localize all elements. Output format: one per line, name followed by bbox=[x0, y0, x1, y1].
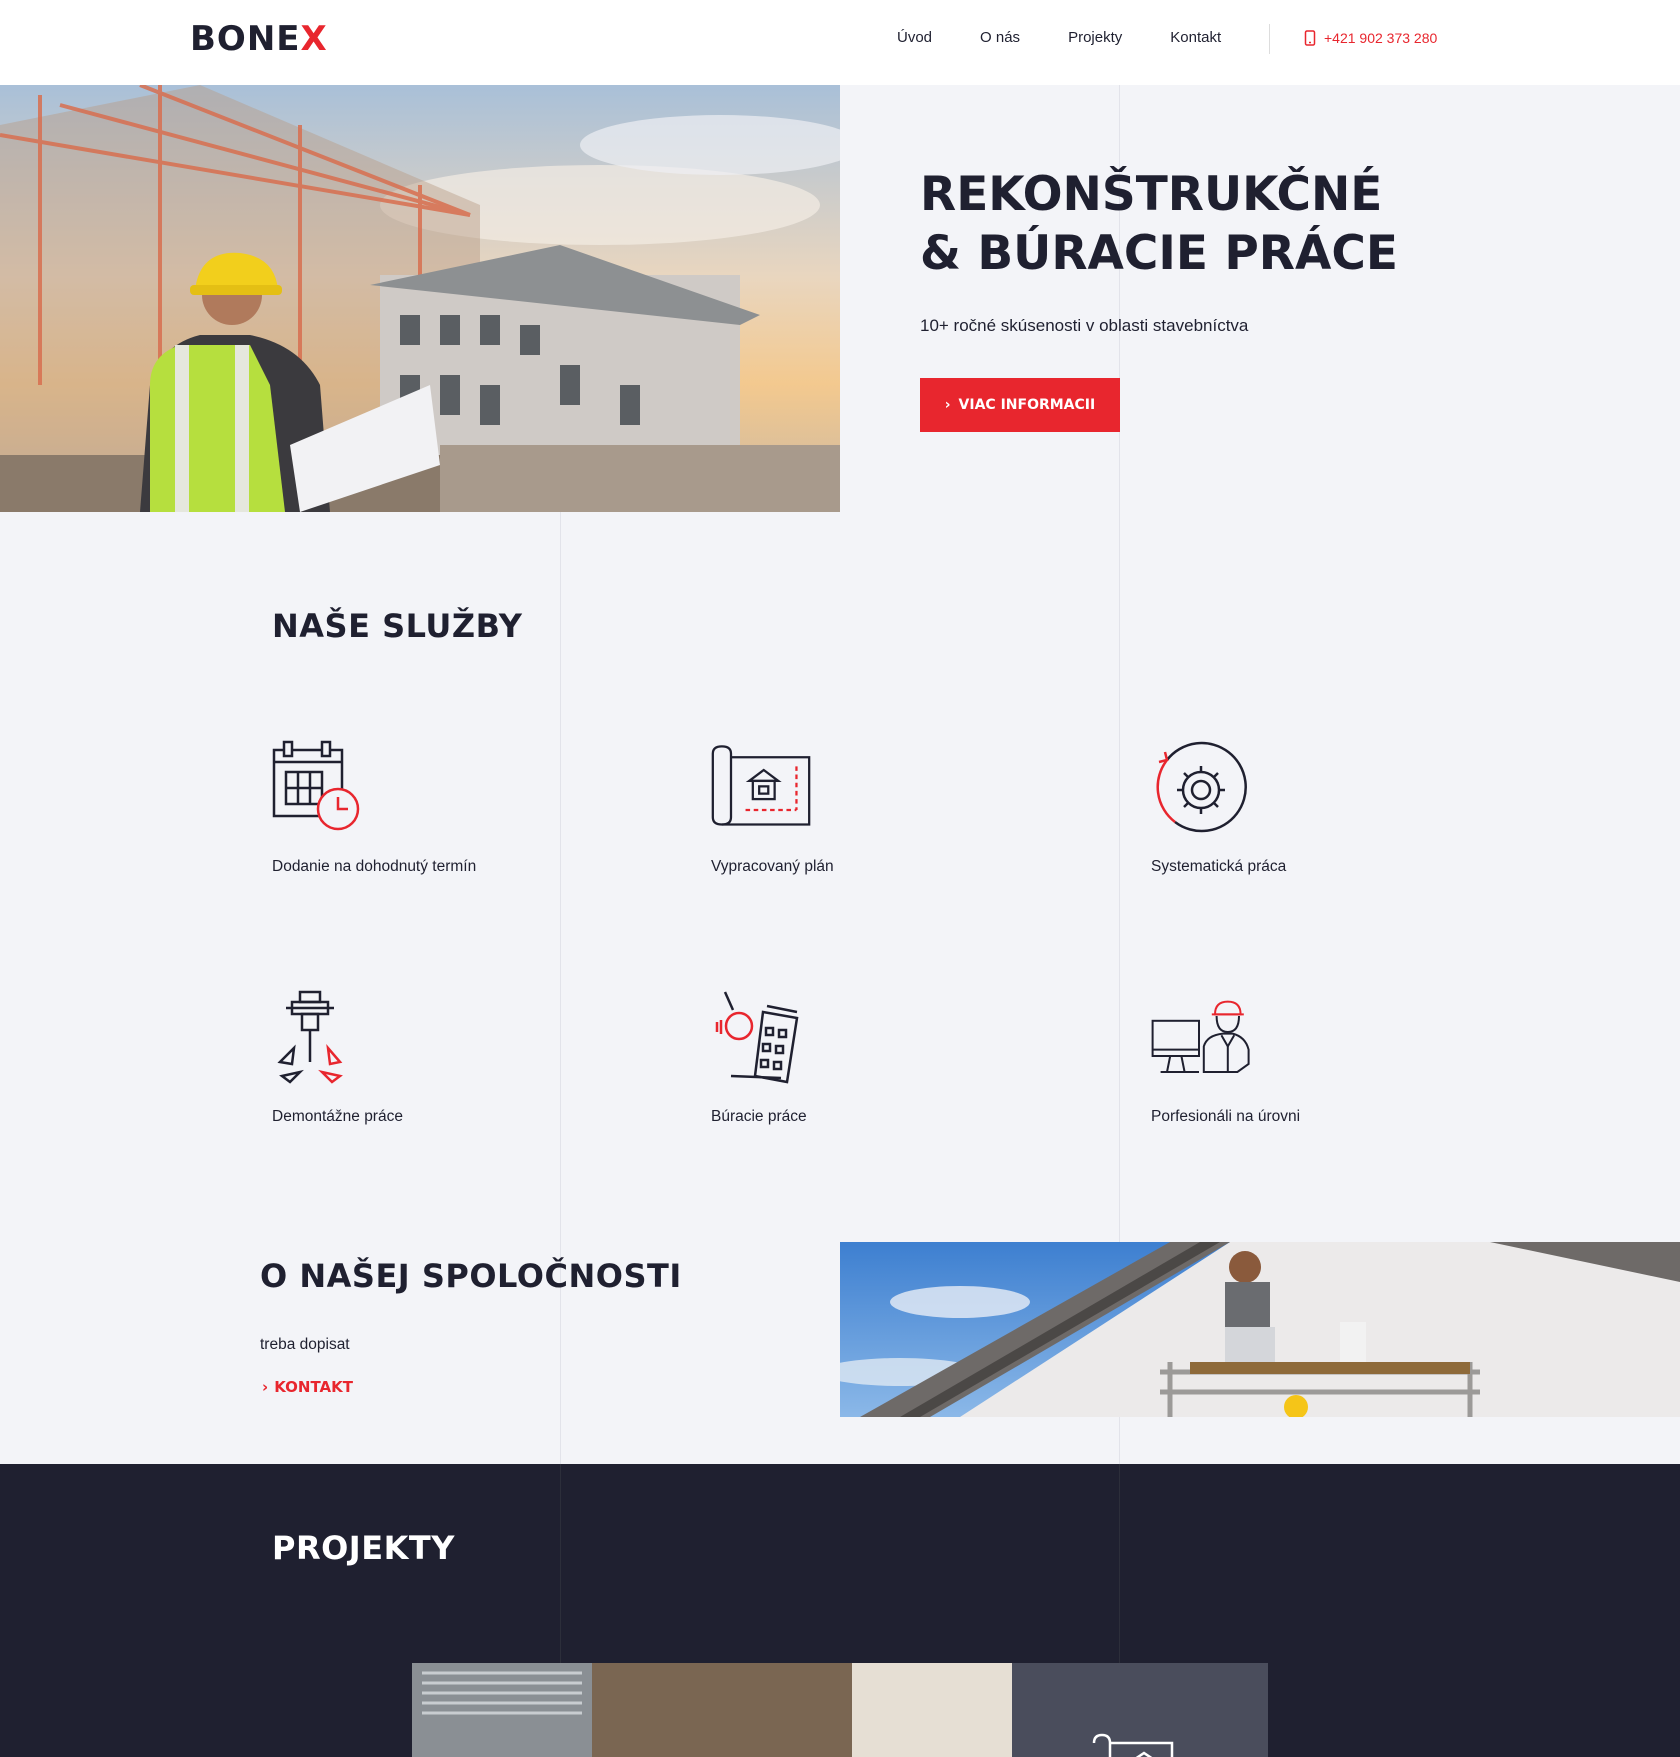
about-title: O NAŠEJ SPOLOČNOSTI bbox=[260, 1257, 682, 1295]
hero-title: REKONŠTRUKČNÉ & BÚRACIE PRÁCE bbox=[920, 167, 1398, 281]
chevron-right-icon: › bbox=[262, 1378, 269, 1396]
engineer-computer-icon bbox=[1151, 1000, 1250, 1073]
gear-cycle-icon bbox=[1156, 741, 1247, 833]
chevron-right-icon: › bbox=[944, 397, 951, 413]
phone-number: +421 902 373 280 bbox=[1324, 30, 1438, 46]
phone-link[interactable]: +421 902 373 280 bbox=[1304, 30, 1437, 46]
phone-icon bbox=[1304, 30, 1316, 46]
jackhammer-icon bbox=[277, 990, 343, 1084]
projects-section: PROJEKTY bbox=[0, 1464, 1680, 1757]
calendar-clock-icon bbox=[272, 740, 360, 831]
hero-image bbox=[0, 85, 840, 512]
nav-item-o-nas[interactable]: O nás bbox=[980, 29, 1020, 46]
wrecking-ball-icon bbox=[715, 991, 799, 1084]
service-label: Vypracovaný plán bbox=[711, 858, 834, 875]
service-item: Systematická práca bbox=[1151, 740, 1451, 876]
service-label: Porfesionáli na úrovni bbox=[1151, 1108, 1301, 1125]
service-item: Dodanie na dohodnutý termín bbox=[272, 740, 572, 876]
service-item: Demontážne práce bbox=[272, 990, 572, 1126]
main-nav: Úvod O nás Projekty Kontakt bbox=[897, 29, 1269, 46]
nav-item-uvod[interactable]: Úvod bbox=[897, 29, 932, 46]
service-item: Vypracovaný plán bbox=[711, 740, 1011, 876]
hero-subtitle: 10+ ročné skúsenosti v oblasti stavebníc… bbox=[920, 316, 1249, 335]
site-header: BONEX Úvod O nás Projekty Kontakt +421 9… bbox=[0, 0, 1680, 85]
service-label: Demontážne práce bbox=[272, 1108, 403, 1125]
nav-divider bbox=[1269, 24, 1270, 54]
contact-link[interactable]: › KONTAKT bbox=[262, 1378, 353, 1396]
project-image[interactable] bbox=[412, 1663, 1268, 1757]
about-image bbox=[840, 1242, 1680, 1417]
service-label: Dodanie na dohodnutý termín bbox=[272, 858, 477, 875]
more-info-button[interactable]: › VIAC INFORMACII bbox=[920, 378, 1120, 432]
blueprint-icon bbox=[711, 745, 811, 826]
nav-item-kontakt[interactable]: Kontakt bbox=[1170, 29, 1221, 46]
about-text: treba dopisat bbox=[260, 1336, 350, 1353]
service-label: Systematická práca bbox=[1151, 858, 1287, 875]
service-item: Porfesionáli na úrovni bbox=[1151, 990, 1451, 1126]
service-label: Búracie práce bbox=[711, 1108, 807, 1125]
services-title: NAŠE SLUŽBY bbox=[272, 607, 523, 645]
service-item: Búracie práce bbox=[711, 990, 1011, 1126]
logo[interactable]: BONEX bbox=[190, 19, 328, 59]
nav-item-projekty[interactable]: Projekty bbox=[1068, 29, 1122, 46]
projects-title: PROJEKTY bbox=[272, 1529, 455, 1567]
